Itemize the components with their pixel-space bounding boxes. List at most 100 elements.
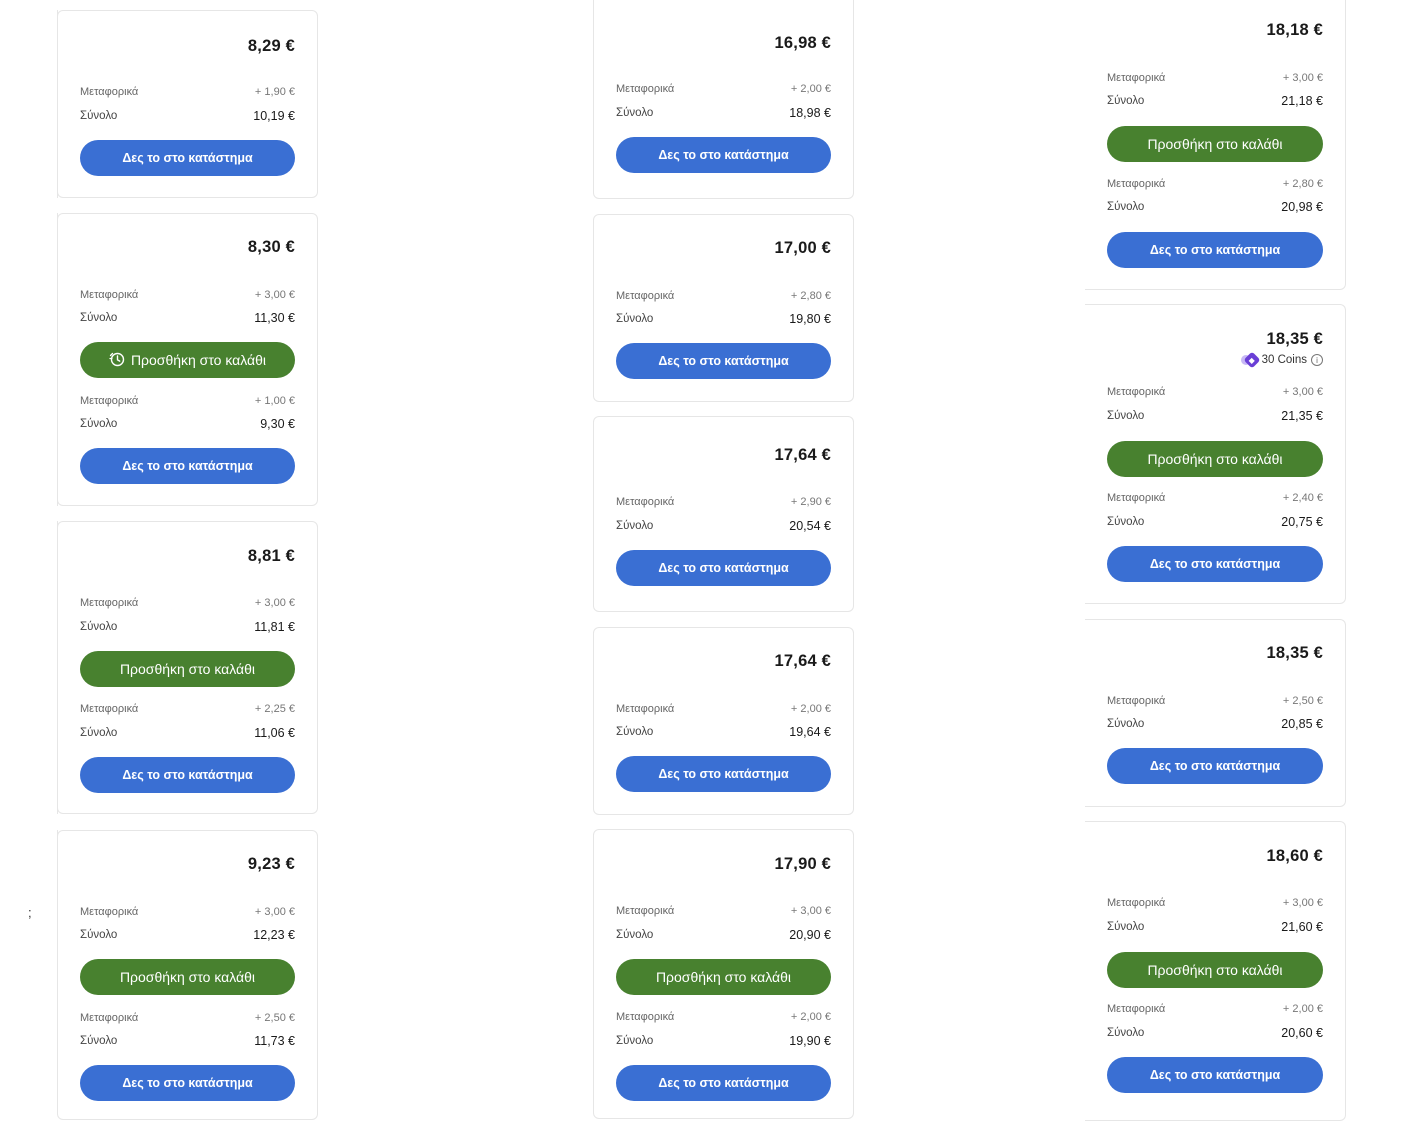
view-in-store-button[interactable]: Δες το στο κατάστημα	[616, 137, 831, 173]
shipping-cost: + 2,25 €	[254, 703, 295, 715]
view-in-store-button[interactable]: Δες το στο κατάστημα	[1107, 1057, 1323, 1093]
offer-card: 8,30 € Μεταφορικά + 3,00 € Σύνολο 11,30 …	[57, 213, 318, 506]
view-in-store-button[interactable]: Δες το στο κατάστημα	[616, 343, 831, 379]
total-row: Σύνολο 21,60 €	[1107, 919, 1323, 935]
view-in-store-button[interactable]: Δες το στο κατάστημα	[80, 140, 295, 176]
total-row: Σύνολο 11,30 €	[80, 310, 295, 326]
view-in-store-button[interactable]: Δες το στο κατάστημα	[1107, 546, 1323, 582]
offer-card: 18,18 € Μεταφορικά + 3,00 € Σύνολο 21,18…	[1085, 0, 1346, 290]
offer-card: 17,00 € Μεταφορικά + 2,80 € Σύνολο 19,80…	[593, 214, 854, 402]
offer-price: 17,90 €	[774, 855, 831, 873]
offer-price: 16,98 €	[774, 34, 831, 52]
total-label: Σύνολο	[1107, 516, 1145, 528]
total-row: Σύνολο 20,75 €	[1107, 514, 1323, 530]
offer-price: 18,35 €	[1266, 644, 1323, 662]
offer-card: 8,29 € Μεταφορικά + 1,90 € Σύνολο 10,19 …	[57, 10, 318, 198]
shipping-label: Μεταφορικά	[80, 1012, 139, 1024]
total-row: Σύνολο 11,06 €	[80, 725, 295, 741]
total-label: Σύνολο	[616, 726, 654, 738]
total-label: Σύνολο	[1107, 1027, 1145, 1039]
offer-price: 18,35 €	[1266, 330, 1323, 348]
add-to-cart-button[interactable]: Προσθήκη στο καλάθι	[1107, 952, 1323, 988]
shipping-label: Μεταφορικά	[80, 906, 139, 918]
shipping-cost: + 3,00 €	[1282, 386, 1323, 398]
shipping-label: Μεταφορικά	[616, 496, 675, 508]
view-in-store-button[interactable]: Δες το στο κατάστημα	[616, 756, 831, 792]
truncated-text: ;	[28, 905, 32, 920]
shipping-label: Μεταφορικά	[1107, 178, 1166, 190]
view-in-store-button[interactable]: Δες το στο κατάστημα	[80, 448, 295, 484]
shipping-row: Μεταφορικά + 3,00 €	[80, 287, 295, 303]
add-to-cart-button[interactable]: Προσθήκη στο καλάθι	[80, 651, 295, 687]
offer-price: 9,23 €	[247, 855, 295, 873]
total-row: Σύνολο 11,73 €	[80, 1033, 295, 1049]
add-to-cart-button[interactable]: Προσθήκη στο καλάθι	[616, 959, 831, 995]
add-to-cart-button[interactable]: Προσθήκη στο καλάθι	[80, 342, 295, 378]
total-row: Σύνολο 20,60 €	[1107, 1025, 1323, 1041]
shipping-row: Μεταφορικά + 3,00 €	[80, 595, 295, 611]
shipping-cost: + 2,90 €	[790, 496, 831, 508]
total-label: Σύνολο	[80, 110, 118, 122]
shipping-cost: + 2,00 €	[790, 1011, 831, 1023]
total-price: 12,23 €	[253, 928, 295, 942]
shipping-label: Μεταφορικά	[616, 290, 675, 302]
total-price: 20,75 €	[1281, 515, 1323, 529]
view-in-store-button[interactable]: Δες το στο κατάστημα	[1107, 232, 1323, 268]
total-price: 9,30 €	[260, 417, 295, 431]
total-price: 19,80 €	[789, 312, 831, 326]
total-label: Σύνολο	[80, 418, 118, 430]
shipping-row: Μεταφορικά + 2,25 €	[80, 701, 295, 717]
total-row: Σύνολο 12,23 €	[80, 927, 295, 943]
shipping-row: Μεταφορικά + 1,90 €	[80, 84, 295, 100]
shipping-label: Μεταφορικά	[80, 703, 139, 715]
total-row: Σύνολο 20,54 €	[616, 518, 831, 534]
offer-card: 18,35 € ◆ 30 Coins i Μεταφορικά + 3,00 €…	[1085, 304, 1346, 604]
shipping-row: Μεταφορικά + 2,40 €	[1107, 490, 1323, 506]
total-label: Σύνολο	[80, 621, 118, 633]
view-in-store-button[interactable]: Δες το στο κατάστημα	[80, 757, 295, 793]
offer-price: 8,81 €	[247, 547, 295, 565]
view-in-store-button[interactable]: Δες το στο κατάστημα	[616, 550, 831, 586]
total-label: Σύνολο	[80, 929, 118, 941]
shipping-cost: + 2,80 €	[1282, 178, 1323, 190]
timer-icon	[109, 351, 125, 370]
shipping-cost: + 3,00 €	[1282, 897, 1323, 909]
offer-card: 18,60 € Μεταφορικά + 3,00 € Σύνολο 21,60…	[1085, 821, 1346, 1121]
shipping-row: Μεταφορικά + 2,50 €	[80, 1010, 295, 1026]
total-row: Σύνολο 19,64 €	[616, 724, 831, 740]
total-row: Σύνολο 20,98 €	[1107, 199, 1323, 215]
shipping-label: Μεταφορικά	[1107, 386, 1166, 398]
info-icon[interactable]: i	[1311, 354, 1323, 366]
view-in-store-button[interactable]: Δες το στο κατάστημα	[80, 1065, 295, 1101]
shipping-row: Μεταφορικά + 2,00 €	[616, 701, 831, 717]
add-to-cart-button[interactable]: Προσθήκη στο καλάθι	[80, 959, 295, 995]
add-to-cart-button[interactable]: Προσθήκη στο καλάθι	[1107, 441, 1323, 477]
shipping-row: Μεταφορικά + 1,00 €	[80, 393, 295, 409]
offer-card: 17,90 € Μεταφορικά + 3,00 € Σύνολο 20,90…	[593, 829, 854, 1119]
total-price: 20,90 €	[789, 928, 831, 942]
shipping-row: Μεταφορικά + 2,90 €	[616, 494, 831, 510]
shipping-cost: + 3,00 €	[254, 289, 295, 301]
coins-label: 30 Coins	[1261, 354, 1307, 366]
total-price: 11,06 €	[254, 726, 295, 740]
add-to-cart-button[interactable]: Προσθήκη στο καλάθι	[1107, 126, 1323, 162]
total-label: Σύνολο	[616, 107, 654, 119]
total-label: Σύνολο	[1107, 410, 1145, 422]
view-in-store-button[interactable]: Δες το στο κατάστημα	[616, 1065, 831, 1101]
shipping-row: Μεταφορικά + 2,00 €	[616, 1009, 831, 1025]
shipping-label: Μεταφορικά	[1107, 897, 1166, 909]
total-price: 20,60 €	[1281, 1026, 1323, 1040]
total-label: Σύνολο	[616, 929, 654, 941]
total-label: Σύνολο	[1107, 95, 1145, 107]
shipping-cost: + 1,00 €	[254, 395, 295, 407]
view-in-store-button[interactable]: Δες το στο κατάστημα	[1107, 748, 1323, 784]
offer-card: 16,98 € Μεταφορικά + 2,00 € Σύνολο 18,98…	[593, 0, 854, 199]
total-price: 10,19 €	[253, 109, 295, 123]
offer-card: 18,35 € Μεταφορικά + 2,50 € Σύνολο 20,85…	[1085, 619, 1346, 807]
total-label: Σύνολο	[616, 520, 654, 532]
total-row: Σύνολο 9,30 €	[80, 416, 295, 432]
total-label: Σύνολο	[616, 313, 654, 325]
shipping-row: Μεταφορικά + 2,00 €	[616, 81, 831, 97]
shipping-label: Μεταφορικά	[80, 597, 139, 609]
offer-card: 17,64 € Μεταφορικά + 2,90 € Σύνολο 20,54…	[593, 416, 854, 612]
